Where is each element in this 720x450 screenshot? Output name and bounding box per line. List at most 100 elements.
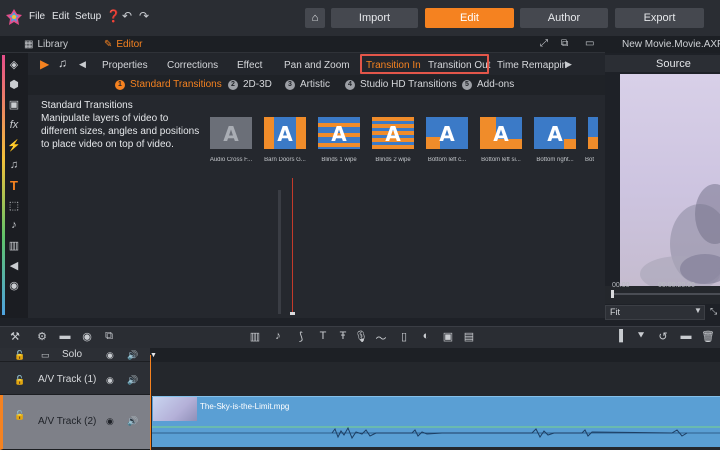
- tab-properties[interactable]: Properties: [102, 60, 148, 71]
- svg-text:A: A: [547, 122, 563, 146]
- tab-editor[interactable]: ✎ Editor: [104, 39, 143, 50]
- category-studio-hd[interactable]: 4 Studio HD Transitions: [345, 79, 457, 90]
- lightning-icon[interactable]: ⚡: [6, 137, 22, 153]
- video-icon[interactable]: ▶: [40, 57, 49, 71]
- transition-thumb-bottom-left-corner[interactable]: A: [426, 117, 468, 149]
- zoom-fit-select[interactable]: Fit: [605, 305, 705, 320]
- scroll-right-icon[interactable]: ▶: [565, 59, 572, 70]
- menu-file[interactable]: File: [29, 11, 45, 22]
- montage-icon[interactable]: ⬢: [6, 76, 22, 92]
- circle-icon[interactable]: ◉: [80, 330, 94, 343]
- transition-thumb-audio-cross-fade[interactable]: A: [210, 117, 252, 149]
- audio-effect-icon[interactable]: ♪: [6, 217, 22, 233]
- export-button[interactable]: Export: [615, 8, 704, 28]
- disc-icon[interactable]: ◉: [6, 277, 22, 293]
- scroll-left-icon[interactable]: ◀: [79, 59, 86, 70]
- curve-icon[interactable]: 〜: [374, 330, 388, 346]
- clip-view-icon[interactable]: ▬: [679, 330, 693, 342]
- volume-icon[interactable]: ◀: [6, 257, 22, 273]
- lock-icon[interactable]: 🔓: [14, 410, 25, 421]
- audio-note-icon[interactable]: ♪: [271, 330, 285, 342]
- track-name[interactable]: A/V Track (2): [38, 416, 96, 427]
- category-2d-3d[interactable]: 2 2D-3D: [228, 79, 272, 90]
- trim-icon[interactable]: ▯: [397, 330, 411, 343]
- speaker-icon[interactable]: 🔊: [127, 375, 138, 386]
- timeline-playhead[interactable]: [150, 355, 151, 450]
- eye-icon[interactable]: ◉: [106, 416, 114, 427]
- source-timecode-start: 00:00: [612, 282, 630, 289]
- description-body: Manipulate layers of video to different …: [41, 113, 200, 150]
- editor-icon: ✎: [104, 39, 113, 50]
- home-button[interactable]: ⌂: [305, 8, 325, 28]
- speaker-icon[interactable]: 🔊: [127, 416, 138, 427]
- music-icon[interactable]: ♫: [6, 157, 22, 173]
- text-icon[interactable]: T: [316, 330, 330, 342]
- browser-scrollbar[interactable]: [278, 190, 281, 314]
- transition-thumb-barn-doors[interactable]: A: [264, 117, 306, 149]
- tab-pan-and-zoom[interactable]: Pan and Zoom: [284, 60, 350, 71]
- motion-icon[interactable]: ⬚: [6, 197, 22, 213]
- tab-corrections[interactable]: Corrections: [167, 60, 218, 71]
- transition-thumb-blinds-1[interactable]: A: [318, 117, 360, 149]
- detach-icon[interactable]: ⧉: [561, 38, 568, 49]
- track-1-lane[interactable]: [150, 362, 720, 395]
- category-standard-transitions[interactable]: 1 Standard Transitions: [115, 79, 222, 90]
- track-name[interactable]: A/V Track (1): [38, 374, 96, 385]
- image-icon[interactable]: ▤: [462, 330, 476, 343]
- title-editor-icon[interactable]: Ŧ: [336, 330, 350, 342]
- trash-icon[interactable]: 🗑: [701, 330, 715, 343]
- edit-button[interactable]: Edit: [425, 8, 514, 28]
- timeline-ruler[interactable]: [150, 348, 720, 362]
- redo-icon[interactable]: ↷: [139, 9, 149, 23]
- fullscreen-icon[interactable]: ⤡: [710, 306, 717, 317]
- category-add-ons[interactable]: 5 Add-ons: [462, 79, 514, 90]
- speaker-icon[interactable]: 🔊: [127, 350, 138, 361]
- pin-icon[interactable]: ⯆: [634, 330, 648, 343]
- svg-text:A: A: [493, 122, 509, 146]
- source-scrubber[interactable]: [611, 293, 720, 295]
- transition-thumb-bottom-right[interactable]: A: [534, 117, 576, 149]
- tab-effect[interactable]: Effect: [237, 60, 262, 71]
- transition-thumb-blinds-2[interactable]: A: [372, 117, 414, 149]
- audio-levels-icon[interactable]: ▥: [248, 330, 262, 343]
- eye-icon[interactable]: ◉: [106, 350, 114, 361]
- category-artistic[interactable]: 3 Artistic: [285, 79, 330, 90]
- snapshot-icon[interactable]: ▣: [441, 330, 455, 343]
- microphone-icon[interactable]: 🎙: [354, 330, 368, 343]
- import-button[interactable]: Import: [331, 8, 418, 28]
- tab-time-remapping[interactable]: Time Remappin: [497, 60, 567, 71]
- help-icon[interactable]: ❓: [106, 9, 121, 23]
- tab-library[interactable]: ▦ Library: [24, 39, 68, 50]
- svg-text:A: A: [223, 122, 239, 146]
- undo-icon[interactable]: ↶: [122, 9, 132, 23]
- layout-icon[interactable]: ▭: [585, 38, 594, 49]
- scrub-handle[interactable]: [290, 312, 295, 315]
- lock-icon[interactable]: 🔓: [14, 375, 25, 386]
- menu-edit[interactable]: Edit: [52, 11, 69, 22]
- transition-thumb-partial[interactable]: [588, 117, 598, 149]
- layers-icon[interactable]: ◈: [6, 56, 22, 72]
- eye-icon[interactable]: ◉: [106, 375, 114, 386]
- tools-icon[interactable]: ⚒: [8, 330, 22, 343]
- copy-icon[interactable]: ⧉: [102, 330, 116, 343]
- audio-icon[interactable]: ♫: [58, 56, 67, 70]
- playhead-marker-icon[interactable]: ▼: [150, 352, 157, 359]
- menu-setup[interactable]: Setup: [75, 11, 101, 22]
- fx-icon[interactable]: fx: [6, 117, 22, 133]
- source-label: Source: [656, 58, 691, 70]
- settings-icon[interactable]: ⚙: [35, 330, 49, 343]
- lock-icon[interactable]: 🔓: [14, 350, 25, 361]
- track-options-icon[interactable]: ▬: [58, 330, 72, 342]
- author-button[interactable]: Author: [520, 8, 608, 28]
- loop-icon[interactable]: ↺: [656, 330, 670, 343]
- color-icon[interactable]: ◐: [419, 330, 433, 342]
- title-icon[interactable]: T: [6, 177, 22, 193]
- split-icon[interactable]: ⟆: [294, 330, 308, 343]
- expand-icon[interactable]: ⤢: [540, 38, 548, 49]
- source-playhead[interactable]: [611, 290, 614, 298]
- mixer-icon[interactable]: ▥: [6, 237, 22, 253]
- app-logo-icon[interactable]: [6, 9, 22, 25]
- transition-thumb-bottom-left-side[interactable]: A: [480, 117, 522, 149]
- media-icon[interactable]: ▣: [6, 96, 22, 112]
- marker-icon[interactable]: ▐: [612, 330, 626, 342]
